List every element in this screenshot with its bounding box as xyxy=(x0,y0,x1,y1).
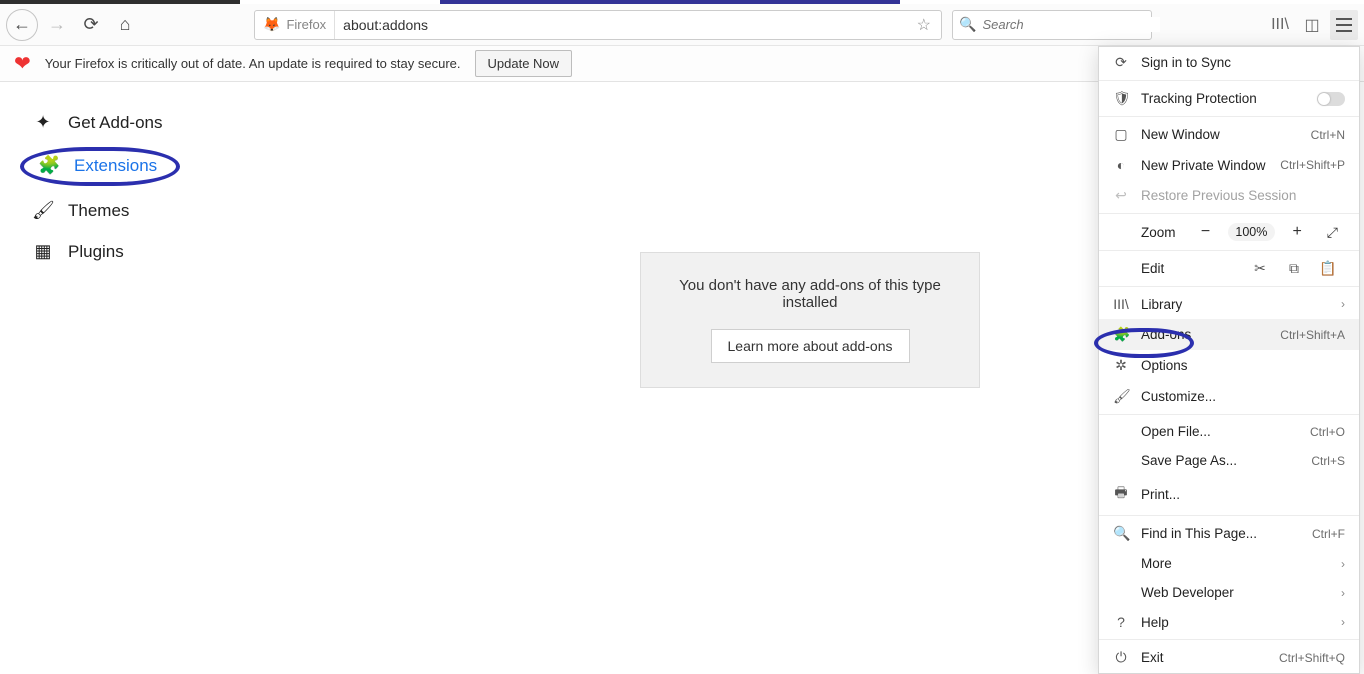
sidebar-item-get-addons[interactable]: ✦ Get Add-ons xyxy=(10,102,250,143)
puzzle-icon: 🧩 xyxy=(1113,326,1129,343)
menu-help[interactable]: ? Help › xyxy=(1099,607,1359,637)
menu-new-window[interactable]: ▢ New Window Ctrl+N xyxy=(1099,119,1359,150)
menu-zoom-row: Zoom − 100% + ⤢ xyxy=(1099,216,1359,248)
url-bar[interactable]: 🦊 Firefox ☆ xyxy=(254,10,942,40)
library-icon: III\ xyxy=(1113,296,1129,312)
paste-button[interactable]: 📋 xyxy=(1311,260,1345,277)
search-input[interactable] xyxy=(982,17,1160,32)
sidebar-item-themes[interactable]: 🖌 Themes xyxy=(10,190,250,231)
brush-icon: 🖌 xyxy=(32,200,54,221)
sidebar-icon[interactable]: ◫ xyxy=(1298,11,1326,39)
sidebar-item-plugins[interactable]: ▦ Plugins xyxy=(10,231,250,272)
get-addons-icon: ✦ xyxy=(32,112,54,133)
chevron-right-icon: › xyxy=(1341,297,1345,311)
menu-more[interactable]: More › xyxy=(1099,549,1359,578)
sidebar-item-label: Get Add-ons xyxy=(68,113,163,133)
menu-customize[interactable]: 🖌 Customize... xyxy=(1099,381,1359,412)
identity-label: Firefox xyxy=(286,17,326,32)
back-button[interactable]: ← xyxy=(6,9,38,41)
empty-text: You don't have any add-ons of this type … xyxy=(657,277,963,311)
search-icon: 🔍 xyxy=(959,16,976,33)
search-icon: 🔍 xyxy=(1113,525,1129,542)
plugin-icon: ▦ xyxy=(32,241,54,262)
zoom-value[interactable]: 100% xyxy=(1228,223,1274,241)
forward-button: → xyxy=(42,10,72,40)
brush-icon: 🖌 xyxy=(1113,388,1129,405)
fullscreen-button[interactable]: ⤢ xyxy=(1320,224,1345,241)
copy-button[interactable]: ⧉ xyxy=(1277,260,1311,277)
menu-sign-in[interactable]: ⟳ Sign in to Sync xyxy=(1099,47,1359,78)
menu-web-developer[interactable]: Web Developer › xyxy=(1099,578,1359,607)
menu-find[interactable]: 🔍 Find in This Page... Ctrl+F xyxy=(1099,518,1359,549)
learn-more-button[interactable]: Learn more about add-ons xyxy=(711,329,910,363)
menu-addons[interactable]: 🧩 Add-ons Ctrl+Shift+A xyxy=(1099,319,1359,350)
navigation-toolbar: ← → ⟳ ⌂ 🦊 Firefox ☆ 🔍 III\ ◫ xyxy=(0,4,1364,46)
zoom-out-button[interactable]: − xyxy=(1193,223,1218,241)
zoom-in-button[interactable]: + xyxy=(1285,223,1310,241)
restore-icon: ↩ xyxy=(1113,187,1129,204)
firefox-icon: 🦊 xyxy=(263,16,280,33)
empty-addons-message: You don't have any add-ons of this type … xyxy=(640,252,980,388)
menu-library[interactable]: III\ Library › xyxy=(1099,289,1359,319)
menu-tracking-protection[interactable]: 🛡 Tracking Protection xyxy=(1099,83,1359,114)
power-icon: ⏻ xyxy=(1113,649,1129,666)
menu-new-private-window[interactable]: ◐ New Private Window Ctrl+Shift+P xyxy=(1099,150,1359,180)
sidebar-item-label: Extensions xyxy=(74,156,157,176)
url-input[interactable] xyxy=(335,17,906,33)
shield-icon: 🛡 xyxy=(1113,90,1129,107)
print-icon: 🖶 xyxy=(1113,482,1129,506)
heartbeat-icon: ❤ xyxy=(14,51,31,76)
sync-icon: ⟳ xyxy=(1113,54,1129,71)
menu-exit[interactable]: ⏻ Exit Ctrl+Shift+Q xyxy=(1099,642,1359,673)
warning-message: Your Firefox is critically out of date. … xyxy=(45,56,461,71)
menu-restore-session: ↩ Restore Previous Session xyxy=(1099,180,1359,211)
sidebar-item-label: Plugins xyxy=(68,242,124,262)
reload-button[interactable]: ⟳ xyxy=(76,10,106,40)
chevron-right-icon: › xyxy=(1341,557,1345,571)
window-icon: ▢ xyxy=(1113,126,1129,143)
menu-save-as[interactable]: Save Page As... Ctrl+S xyxy=(1099,446,1359,475)
sidebar-item-label: Themes xyxy=(68,201,129,221)
addons-sidebar: ✦ Get Add-ons 🧩 Extensions 🖌 Themes ▦ Pl… xyxy=(0,82,260,616)
puzzle-icon: 🧩 xyxy=(38,155,60,176)
chevron-right-icon: › xyxy=(1341,586,1345,600)
home-button[interactable]: ⌂ xyxy=(110,10,140,40)
zoom-label: Zoom xyxy=(1113,225,1173,240)
cut-button[interactable]: ✂ xyxy=(1243,260,1277,277)
app-menu-button[interactable] xyxy=(1330,10,1358,40)
edit-label: Edit xyxy=(1113,261,1243,276)
help-icon: ? xyxy=(1113,614,1129,630)
tracking-toggle[interactable] xyxy=(1317,92,1345,106)
identity-box[interactable]: 🦊 Firefox xyxy=(255,11,335,39)
search-bar[interactable]: 🔍 xyxy=(952,10,1152,40)
gear-icon: ✲ xyxy=(1113,357,1129,374)
menu-edit-row: Edit ✂ ⧉ 📋 xyxy=(1099,253,1359,284)
library-icon[interactable]: III\ xyxy=(1266,11,1294,39)
menu-options[interactable]: ✲ Options xyxy=(1099,350,1359,381)
app-menu-panel: ⟳ Sign in to Sync 🛡 Tracking Protection … xyxy=(1098,46,1360,674)
sidebar-item-extensions[interactable]: 🧩 Extensions xyxy=(20,147,180,186)
update-now-button[interactable]: Update Now xyxy=(475,50,573,77)
menu-print[interactable]: 🖶 Print... xyxy=(1099,475,1359,513)
bookmark-star-icon[interactable]: ☆ xyxy=(907,15,941,35)
mask-icon: ◐ xyxy=(1113,157,1129,173)
chevron-right-icon: › xyxy=(1341,615,1345,629)
menu-open-file[interactable]: Open File... Ctrl+O xyxy=(1099,417,1359,446)
